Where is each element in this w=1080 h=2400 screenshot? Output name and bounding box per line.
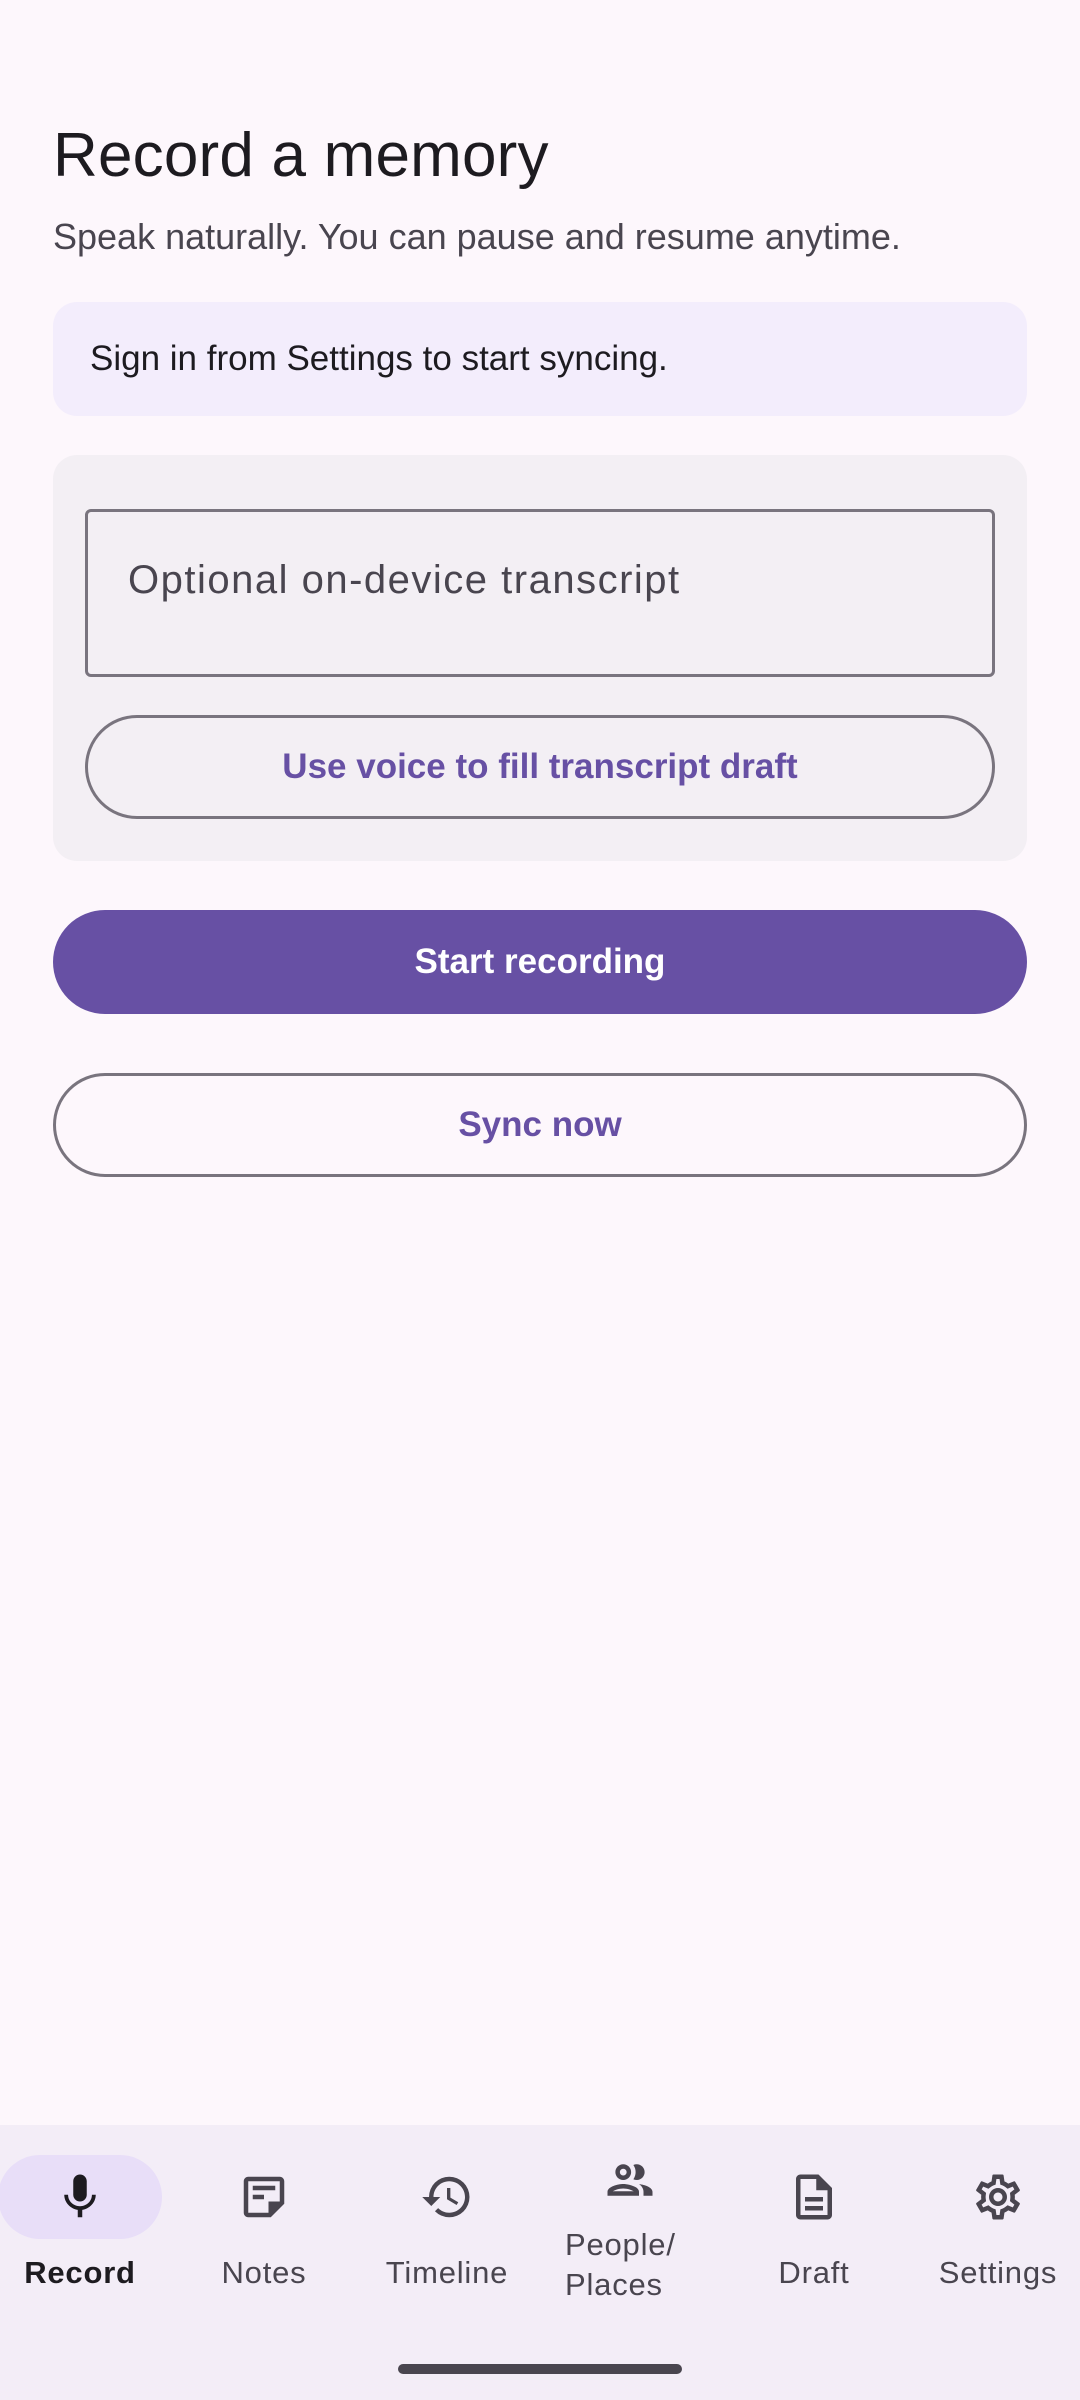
nav-item-timeline[interactable]: Timeline (357, 2155, 537, 2355)
record-screen: Record a memory Speak naturally. You can… (0, 0, 1080, 2400)
sync-now-label: Sync now (458, 1105, 622, 1144)
nav-item-notes[interactable]: Notes (174, 2155, 354, 2355)
sync-now-button[interactable]: Sync now (53, 1073, 1027, 1177)
nav-label-people-places: People/ Places (565, 2227, 676, 2302)
nav-item-draft[interactable]: Draft (724, 2155, 904, 2355)
history-icon (422, 2176, 470, 2218)
nav-active-indicator (0, 2155, 162, 2239)
nav-item-record[interactable]: Record (0, 2155, 170, 2355)
document-icon (796, 2174, 832, 2220)
bottom-navigation: Record Notes Timeline People/ Places Dra… (0, 2125, 1080, 2400)
page-subtitle: Speak naturally. You can pause and resum… (53, 216, 901, 257)
nav-label-record: Record (24, 2255, 136, 2290)
transcript-card: Use voice to fill transcript draft (53, 455, 1027, 861)
nav-label-draft: Draft (778, 2255, 850, 2290)
start-recording-button[interactable]: Start recording (53, 910, 1027, 1014)
nav-item-settings[interactable]: Settings (908, 2155, 1080, 2355)
gear-icon (976, 2174, 1020, 2220)
page-title: Record a memory (53, 121, 549, 190)
nav-item-people-places[interactable]: People/ Places (540, 2155, 720, 2355)
voice-fill-button[interactable]: Use voice to fill transcript draft (85, 715, 995, 819)
nav-label-settings: Settings (938, 2255, 1058, 2290)
notes-icon (243, 2176, 285, 2218)
nav-label-notes: Notes (221, 2255, 307, 2290)
start-recording-label: Start recording (414, 942, 666, 981)
sync-banner-text: Sign in from Settings to start syncing. (90, 339, 668, 378)
gesture-handle[interactable] (398, 2364, 682, 2374)
nav-label-timeline: Timeline (385, 2255, 509, 2290)
transcript-input[interactable] (85, 509, 995, 677)
people-icon (607, 2164, 653, 2196)
sync-banner: Sign in from Settings to start syncing. (53, 302, 1027, 416)
mic-icon (64, 2174, 96, 2218)
voice-fill-button-label: Use voice to fill transcript draft (282, 747, 798, 786)
